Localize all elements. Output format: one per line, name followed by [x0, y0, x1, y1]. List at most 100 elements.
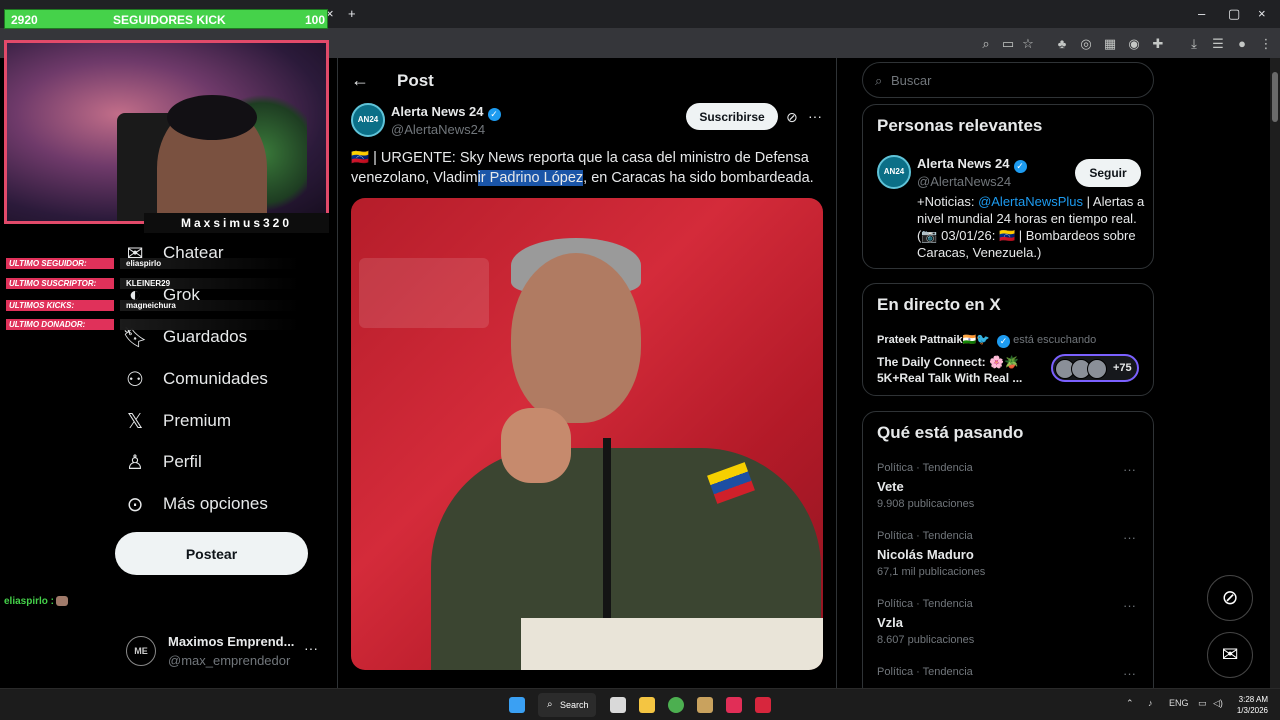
follower-goal-target: 100 — [305, 13, 326, 27]
nav-item-perfil[interactable]: ♙ Perfil — [122, 447, 202, 477]
image-desk — [521, 618, 823, 670]
nav-item-comunidades[interactable]: ⚇ Comunidades — [122, 364, 268, 394]
trend-item[interactable]: Política · Tendencia ··· — [877, 666, 1147, 690]
system-clock[interactable]: 3:28 AM 1/3/2026 — [1232, 694, 1268, 716]
chrome-icon[interactable] — [668, 697, 684, 713]
overlay-row-label: ULTIMO SEGUIDOR: — [6, 258, 114, 269]
trend-item[interactable]: Política · Tendencia Nicolás Maduro 67,1… — [877, 530, 1147, 590]
extension-target-icon[interactable]: ◎ — [1078, 36, 1094, 52]
tray-chevron-icon[interactable]: ⌃ — [1126, 698, 1134, 709]
trend-item[interactable]: Política · Tendencia Vzla 8.607 publicac… — [877, 598, 1147, 658]
card-title: En directo en X — [877, 295, 1001, 314]
extensions-puzzle-icon[interactable]: ✚ — [1150, 36, 1166, 52]
post-text: 🇻🇪 | URGENTE: Sky News reporta que la ca… — [351, 148, 821, 188]
overlay-row-label: ULTIMO SUSCRIPTOR: — [6, 278, 114, 289]
star-icon[interactable]: ☆ — [1020, 36, 1036, 52]
extension-leaf-icon[interactable]: ♣ — [1054, 36, 1070, 52]
network-icon[interactable]: ▭ — [1198, 698, 1207, 709]
nav-label: Premium — [163, 411, 232, 430]
follow-button[interactable]: Seguir — [1075, 159, 1141, 187]
post-more-icon[interactable]: ··· — [808, 108, 822, 124]
listener-avatar — [1087, 359, 1107, 379]
back-arrow-icon[interactable]: ← — [351, 70, 369, 91]
taskbar-search-label: Search — [560, 700, 589, 710]
live-on-x-card: En directo en X Prateek Pattnaik🇮🇳🐦 ✓ es… — [862, 283, 1154, 396]
download-icon[interactable]: ⤓ — [1186, 36, 1202, 52]
microphone-icon[interactable]: ♪ — [1148, 698, 1153, 708]
file-explorer-icon[interactable] — [639, 697, 655, 713]
volume-icon[interactable]: ◁) — [1213, 698, 1223, 709]
minimize-icon[interactable]: – — [1198, 6, 1205, 21]
tiktok-icon[interactable] — [726, 697, 742, 713]
trend-category: Política · Tendencia — [877, 598, 973, 610]
trend-count: 9.908 publicaciones — [877, 498, 975, 510]
scrollbar[interactable] — [1270, 58, 1280, 688]
live-host[interactable]: Prateek Pattnaik🇮🇳🐦 ✓ está escuchando — [877, 333, 1096, 348]
overlay-row-value — [120, 319, 300, 330]
trend-more-icon[interactable]: ··· — [1123, 598, 1136, 613]
x-logo-icon: 𝕏 — [126, 410, 144, 433]
clock-time: 3:28 AM — [1238, 695, 1268, 704]
reading-list-icon[interactable]: ☰ — [1210, 36, 1226, 52]
language-indicator[interactable]: ENG — [1169, 698, 1189, 708]
bio-link[interactable]: @AlertaNewsPlus — [978, 194, 1083, 209]
zoom-icon[interactable]: ⌕ — [978, 36, 994, 52]
app-icon[interactable] — [697, 697, 713, 713]
overlay-row-label: ULTIMOS KICKS: — [6, 300, 114, 311]
overlay-row-label: ULTIMO DONADOR: — [6, 319, 114, 330]
author-name-text: Alerta News 24 — [391, 104, 484, 119]
search-box[interactable]: ⌕ — [862, 62, 1154, 98]
image-figure-fist — [501, 408, 571, 483]
task-view-icon[interactable] — [610, 697, 626, 713]
new-tab-icon[interactable]: + — [348, 6, 356, 21]
card-title: Personas relevantes — [877, 116, 1043, 135]
scrollbar-thumb[interactable] — [1272, 72, 1278, 122]
live-status: está escuchando — [1013, 334, 1097, 346]
post-button[interactable]: Postear — [115, 532, 308, 575]
post-image[interactable] — [351, 198, 823, 670]
trend-category: Política · Tendencia — [877, 462, 973, 474]
grok-explain-icon[interactable]: ⊘ — [786, 109, 798, 126]
maximize-icon[interactable]: ▢ — [1228, 6, 1240, 22]
extension-grid-icon[interactable]: ▦ — [1102, 36, 1118, 52]
relevant-avatar[interactable]: AN24 — [877, 155, 911, 189]
account-avatar: ME — [126, 636, 156, 666]
nav-label: Perfil — [163, 452, 202, 471]
grok-fab-icon[interactable]: ⊘ — [1207, 575, 1253, 621]
account-handle: @max_emprendedor — [168, 653, 291, 668]
profile-avatar-icon[interactable]: ● — [1234, 36, 1250, 52]
relevant-name[interactable]: Alerta News 24 ✓ — [917, 156, 1027, 173]
author-handle[interactable]: @AlertaNews24 — [391, 122, 485, 137]
author-avatar[interactable]: AN24 — [351, 103, 385, 137]
trend-title: Nicolás Maduro — [877, 547, 974, 562]
messages-fab-icon[interactable]: ✉ — [1207, 632, 1253, 678]
browser-menu-icon[interactable]: ⋮ — [1258, 36, 1274, 52]
taskbar-search[interactable]: ⌕ Search — [538, 693, 596, 717]
trend-more-icon[interactable]: ··· — [1123, 666, 1136, 681]
tikfinity-icon[interactable] — [755, 697, 771, 713]
relevant-handle[interactable]: @AlertaNews24 — [917, 174, 1011, 189]
author-name[interactable]: Alerta News 24 ✓ — [391, 104, 501, 121]
nav-label: Guardados — [163, 327, 248, 346]
trend-item[interactable]: Política · Tendencia Vete 9.908 publicac… — [877, 462, 1147, 522]
nav-item-premium[interactable]: 𝕏 Premium — [122, 406, 231, 436]
trend-more-icon[interactable]: ··· — [1123, 530, 1136, 545]
page-title: Post — [397, 71, 434, 90]
chat-user: eliaspirlo : — [4, 596, 55, 607]
live-space-title[interactable]: The Daily Connect: 🌸🪴 5K+Real Talk With … — [877, 354, 1037, 386]
windows-start-icon[interactable] — [509, 697, 525, 713]
search-input[interactable] — [891, 69, 1141, 91]
subscribe-button[interactable]: Suscribirse — [686, 103, 778, 130]
nav-item-mas-opciones[interactable]: ⊙ Más opciones — [122, 489, 268, 519]
extension-shield-icon[interactable]: ◉ — [1126, 36, 1142, 52]
trend-more-icon[interactable]: ··· — [1123, 462, 1136, 477]
close-window-icon[interactable]: × — [1258, 6, 1266, 21]
channel-name-label: Maxsimus320 — [144, 213, 329, 233]
account-more-icon[interactable]: ··· — [304, 640, 318, 656]
live-listeners[interactable]: +75 — [1051, 354, 1139, 382]
account-switcher[interactable]: ME Maximos Emprend... @max_emprendedor ·… — [118, 630, 328, 670]
overlay-row-value: KLEINER29 — [120, 278, 300, 289]
stream-chat-message: eliaspirlo : — [4, 596, 69, 607]
trend-count: 8.607 publicaciones — [877, 634, 975, 646]
cast-icon[interactable]: ▭ — [1000, 36, 1016, 52]
